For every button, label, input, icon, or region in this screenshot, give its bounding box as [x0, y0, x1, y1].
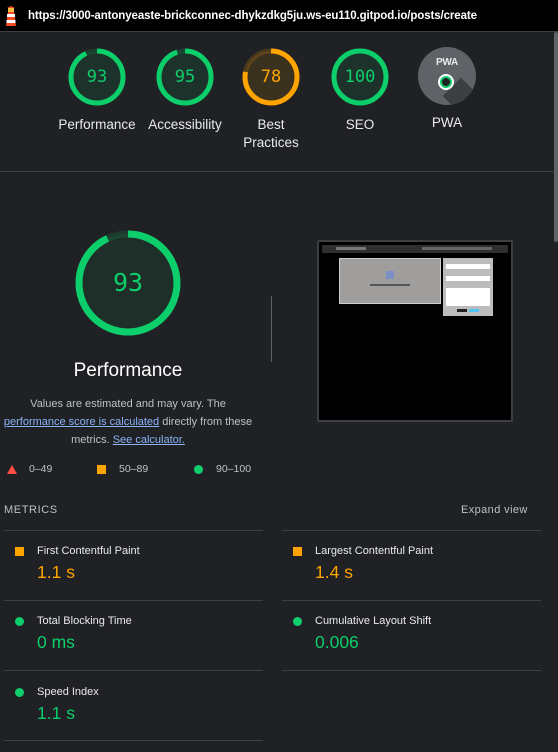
gauge-label-line: Best — [257, 117, 285, 132]
thumb-navbar — [322, 245, 508, 253]
divider — [271, 296, 272, 362]
metric-value: 1.4 s — [315, 562, 353, 582]
thumb-bar-part — [422, 247, 492, 250]
thumb-form — [443, 258, 493, 316]
metric-value: 1.1 s — [37, 703, 75, 723]
legend-range: 50–89 — [119, 463, 149, 475]
pass-circle-icon — [194, 465, 203, 474]
metric-name: Speed Index — [37, 686, 99, 698]
average-square-icon — [15, 547, 24, 556]
divider — [282, 530, 541, 531]
pwa-badge-icon: PWA — [418, 47, 476, 105]
average-square-icon — [293, 547, 302, 556]
category-gauges: 93 Performance 95 Accessibility 78 Best … — [0, 32, 558, 172]
metric-name: Cumulative Layout Shift — [315, 615, 432, 627]
thumb-button — [469, 309, 479, 312]
thumb-field — [446, 264, 490, 269]
note-text: Values are estimated and may vary. The — [30, 398, 226, 410]
pass-circle-icon — [293, 617, 302, 626]
page-url[interactable]: https://3000-antonyeaste-brickconnec-dhy… — [28, 10, 477, 22]
gauge-ring: 95 — [155, 47, 215, 107]
note-text: metrics. — [71, 434, 110, 446]
divider — [4, 740, 263, 741]
legend-range: 90–100 — [216, 463, 252, 475]
divider — [4, 600, 263, 601]
metric-value: 1.1 s — [37, 562, 75, 582]
final-screenshot-thumbnail[interactable] — [317, 240, 513, 422]
divider — [4, 530, 263, 531]
url-bar: https://3000-antonyeaste-brickconnec-dhy… — [0, 0, 558, 32]
pwa-badge-text: PWA — [436, 57, 458, 68]
thumb-field — [446, 288, 490, 306]
pwa-plus-center — [442, 78, 450, 86]
gauge-ring: 100 — [330, 47, 390, 107]
metric-name: First Contentful Paint — [37, 545, 140, 557]
thumb-bar-part — [336, 247, 366, 250]
metric-value: 0 ms — [37, 632, 75, 652]
expand-view-button[interactable]: Expand view — [461, 504, 528, 516]
performance-score-gauge: 93 — [73, 228, 183, 338]
gauge-label: PWA — [431, 115, 463, 130]
metric-name: Total Blocking Time — [37, 615, 132, 627]
note-text: directly from these — [162, 416, 253, 428]
gauge-score: 93 — [86, 67, 108, 87]
pass-circle-icon — [15, 617, 24, 626]
gauge-score: 78 — [260, 67, 282, 87]
thumb-image-panel — [339, 258, 441, 304]
performance-score: 93 — [112, 268, 144, 297]
pass-circle-icon — [15, 688, 24, 697]
score-calculated-link[interactable]: performance score is calculated — [4, 416, 159, 428]
performance-title: Performance — [73, 360, 183, 381]
thumb-button — [457, 309, 467, 312]
metric-name: Largest Contentful Paint — [315, 545, 434, 557]
gauge-ring: 78 — [241, 47, 301, 107]
lighthouse-icon — [6, 6, 16, 26]
thumb-text — [370, 284, 410, 286]
thumb-image-icon — [386, 271, 394, 279]
thumb-field — [446, 276, 490, 281]
metric-value: 0.006 — [315, 632, 359, 652]
gauge-ring: 93 — [67, 47, 127, 107]
gauge-label-line: Practices — [243, 135, 299, 150]
gauge-score: 95 — [174, 67, 196, 87]
metrics-header: METRICS — [4, 504, 58, 516]
gauge-score: 100 — [344, 67, 376, 87]
performance-note: Values are estimated and may vary. The p… — [0, 395, 256, 449]
gauge-pwa[interactable]: PWA PWA — [392, 47, 502, 132]
fail-triangle-icon — [7, 465, 17, 474]
divider — [282, 600, 541, 601]
scrollbar[interactable] — [554, 32, 558, 242]
divider — [4, 670, 263, 671]
divider — [282, 670, 541, 671]
see-calculator-link[interactable]: See calculator. — [113, 434, 185, 446]
legend-range: 0–49 — [29, 463, 53, 475]
average-square-icon — [97, 465, 106, 474]
